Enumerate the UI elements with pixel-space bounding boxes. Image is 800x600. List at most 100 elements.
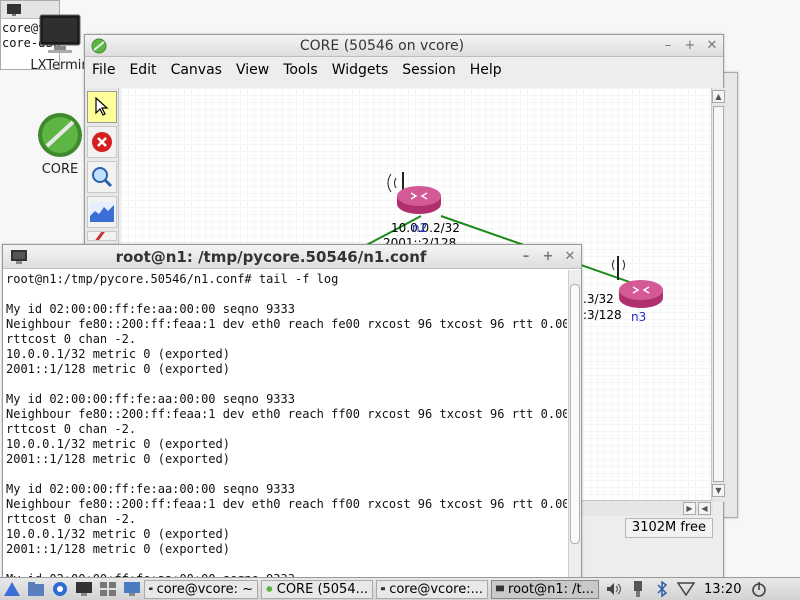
terminal-window[interactable]: root@n1: /tmp/pycore.50546/n1.conf – + ✕… <box>2 244 582 580</box>
terminal-output[interactable]: root@n1:/tmp/pycore.50546/n1.conf# tail … <box>3 270 567 580</box>
browser-icon <box>53 582 67 596</box>
taskbar-item-terminal[interactable]: core@vcore: ~ <box>144 579 258 599</box>
start-menu-button[interactable] <box>2 580 22 598</box>
usb-icon <box>634 581 642 597</box>
terminal-line: Neighbour fe80::200:ff:feaa:1 dev eth0 r… <box>6 497 567 511</box>
power-icon <box>752 582 767 597</box>
wifi-icon <box>677 582 695 596</box>
canvas-vertical-scrollbar[interactable]: ▲ ▼ <box>711 88 725 502</box>
network-button[interactable] <box>676 580 696 598</box>
minimize-button[interactable]: – <box>657 38 679 53</box>
usb-button[interactable] <box>628 580 648 598</box>
terminal-line: Neighbour fe80::200:ff:feaa:1 dev eth0 r… <box>6 317 567 331</box>
node-n3-name[interactable]: n3 <box>631 310 646 324</box>
desktop-icon <box>124 582 140 596</box>
select-tool-button[interactable] <box>87 91 117 123</box>
terminal-launcher[interactable] <box>74 580 94 598</box>
terminal-line: 10.0.0.1/32 metric 0 (exported) <box>6 347 230 361</box>
scroll-down-arrow[interactable]: ▼ <box>712 484 725 497</box>
memory-status: 3102M free <box>624 518 713 538</box>
terminal-titlebar[interactable]: root@n1: /tmp/pycore.50546/n1.conf – + ✕ <box>3 245 581 269</box>
bluetooth-icon <box>657 581 668 597</box>
terminal-line: 10.0.0.1/32 metric 0 (exported) <box>6 437 230 451</box>
shutdown-button[interactable] <box>749 580 769 598</box>
node-n3-ipv4-label: .3/32 <box>583 292 614 306</box>
menu-canvas[interactable]: Canvas <box>164 62 229 78</box>
scroll-left-arrow[interactable]: ◀ <box>698 502 711 515</box>
taskbar-item-label: CORE (5054... <box>276 581 368 597</box>
draw-button[interactable] <box>87 231 117 241</box>
terminal-title: root@n1: /tmp/pycore.50546/n1.conf <box>115 247 427 266</box>
taskbar-item-label: core@vcore:... <box>389 581 483 597</box>
terminal-line: 2001::1/128 metric 0 (exported) <box>6 452 230 466</box>
taskbar: core@vcore: ~ CORE (5054... core@vcore:.… <box>0 577 800 600</box>
clock[interactable]: 13:20 <box>704 582 741 597</box>
terminal-line: 10.0.0.1/32 metric 0 (exported) <box>6 527 230 541</box>
pencil-icon <box>95 232 105 240</box>
terminal-line: 2001::1/128 metric 0 (exported) <box>6 362 230 376</box>
maximize-button[interactable]: + <box>679 38 701 53</box>
folder-icon <box>28 582 44 596</box>
stop-icon <box>92 132 112 152</box>
menubar: File Edit Canvas View Tools Widgets Sess… <box>85 57 723 83</box>
router-n2[interactable] <box>387 172 441 214</box>
menu-tools[interactable]: Tools <box>276 62 325 78</box>
taskbar-item-root-terminal[interactable]: root@n1: /t... <box>491 579 599 599</box>
browser-launcher[interactable] <box>50 580 70 598</box>
menu-file[interactable]: File <box>85 62 122 78</box>
scroll-right-arrow[interactable]: ▶ <box>683 502 696 515</box>
core-titlebar[interactable]: CORE (50546 on vcore) – + ✕ <box>85 35 723 57</box>
show-desktop-button[interactable] <box>122 580 142 598</box>
terminal-scrollbar[interactable] <box>568 270 581 580</box>
desktop-switcher[interactable] <box>98 580 118 598</box>
terminal-line: rttcost 0 chan -2. <box>6 332 137 346</box>
terminal-line: My id 02:00:00:ff:fe:aa:00:00 seqno 9333 <box>6 392 295 406</box>
core-icon <box>38 113 82 157</box>
terminal-line: My id 02:00:00:ff:fe:aa:00:00 seqno 9333 <box>6 302 295 316</box>
terminal-icon <box>76 582 92 596</box>
router-n3[interactable] <box>612 256 664 308</box>
terminal-icon <box>149 587 153 591</box>
minimize-button[interactable]: – <box>515 249 537 264</box>
magnifier-icon <box>92 167 113 188</box>
taskbar-item-label: root@n1: /t... <box>508 581 594 597</box>
stop-button[interactable] <box>87 126 117 158</box>
terminal-line: My id 02:00:00:ff:fe:aa:00:00 seqno 9333 <box>6 482 295 496</box>
node-n2-name[interactable]: n2 <box>412 221 427 235</box>
scrollbar-thumb[interactable] <box>570 284 580 544</box>
menu-help[interactable]: Help <box>463 62 509 78</box>
menu-edit[interactable]: Edit <box>122 62 163 78</box>
scrollbar-thumb[interactable] <box>713 106 724 482</box>
cursor-icon <box>95 97 109 116</box>
taskbar-item-terminal-2[interactable]: core@vcore:... <box>376 579 488 599</box>
terminal-line: rttcost 0 chan -2. <box>6 512 137 526</box>
terminal-icon <box>381 587 386 591</box>
core-icon <box>266 586 273 592</box>
menu-widgets[interactable]: Widgets <box>325 62 396 78</box>
terminal-icon <box>39 14 81 53</box>
terminal-icon <box>496 585 505 592</box>
scroll-up-arrow[interactable]: ▲ <box>712 90 725 103</box>
taskbar-item-label: core@vcore: ~ <box>156 581 253 597</box>
volume-button[interactable] <box>604 580 624 598</box>
menu-session[interactable]: Session <box>395 62 462 78</box>
window-title: CORE (50546 on vcore) <box>299 37 465 54</box>
plot-icon <box>90 202 114 222</box>
terminal-line: rttcost 0 chan -2. <box>6 422 137 436</box>
close-button[interactable]: ✕ <box>559 249 581 264</box>
volume-icon <box>607 583 621 595</box>
node-n3-ipv6-label: :3/128 <box>583 308 622 322</box>
close-button[interactable]: ✕ <box>701 38 723 53</box>
bluetooth-button[interactable] <box>652 580 672 598</box>
menu-view[interactable]: View <box>229 62 276 78</box>
zoom-button[interactable] <box>87 161 117 193</box>
lxde-logo-icon <box>4 582 20 596</box>
terminal-icon <box>11 249 27 264</box>
windows-icon <box>100 582 116 596</box>
plot-button[interactable] <box>87 196 117 228</box>
maximize-button[interactable]: + <box>537 249 559 264</box>
file-manager-launcher[interactable] <box>26 580 46 598</box>
taskbar-item-core[interactable]: CORE (5054... <box>261 579 373 599</box>
